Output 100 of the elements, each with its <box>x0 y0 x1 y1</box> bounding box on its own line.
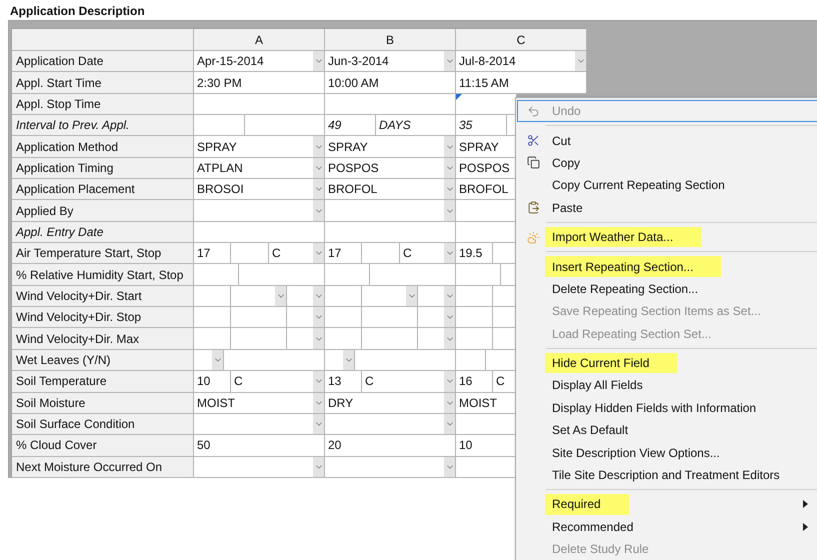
dropdown[interactable]: Jun-3-2014 <box>325 51 456 72</box>
input-field[interactable]: 10 <box>456 435 517 456</box>
caret-icon[interactable] <box>313 243 324 264</box>
dropdown[interactable]: BROSOI <box>194 179 325 200</box>
caret-icon[interactable] <box>313 414 324 434</box>
input-field[interactable]: 11:15 AM <box>456 72 587 93</box>
dropdown[interactable]: ATPLAN <box>194 158 325 178</box>
dropdown[interactable] <box>325 350 355 370</box>
dropdown[interactable]: Apr-15-2014 <box>194 51 325 72</box>
caret-icon[interactable] <box>313 392 324 413</box>
input-field[interactable] <box>493 328 517 349</box>
input-field[interactable] <box>194 115 245 136</box>
dropdown[interactable] <box>231 286 287 306</box>
input-field[interactable] <box>362 307 418 328</box>
input-field[interactable] <box>194 328 231 349</box>
dropdown[interactable]: MOIST <box>194 392 325 413</box>
caret-icon[interactable] <box>444 307 455 328</box>
caret-icon[interactable] <box>313 200 324 221</box>
dropdown[interactable]: MOIST <box>456 392 517 413</box>
menu-item[interactable]: Set As Default <box>517 419 817 442</box>
dropdown[interactable] <box>287 307 325 328</box>
caret-icon[interactable] <box>444 200 455 221</box>
input-field[interactable] <box>194 264 239 285</box>
dropdown[interactable]: C <box>231 371 325 392</box>
input-field[interactable]: 49 <box>325 115 376 136</box>
menu-item[interactable]: Site Description View Options... <box>517 441 817 464</box>
input-field[interactable] <box>362 328 418 349</box>
dropdown[interactable] <box>456 414 517 434</box>
caret-icon[interactable] <box>275 286 286 306</box>
input-field[interactable] <box>493 307 517 328</box>
caret-icon[interactable] <box>313 51 324 72</box>
input-field[interactable] <box>231 307 287 328</box>
dropdown[interactable]: POSPOS <box>325 158 456 178</box>
dropdown[interactable] <box>456 200 517 221</box>
caret-icon[interactable] <box>343 350 354 370</box>
dropdown[interactable] <box>325 200 456 221</box>
dropdown[interactable]: SPRAY <box>325 136 456 157</box>
dropdown[interactable] <box>287 286 325 306</box>
input-field[interactable] <box>456 222 517 242</box>
input-field[interactable] <box>239 264 325 285</box>
column-header[interactable]: A <box>194 29 325 50</box>
caret-icon[interactable] <box>444 328 455 349</box>
menu-item[interactable]: Copy Current Repeating Section <box>517 174 817 197</box>
caret-icon[interactable] <box>444 243 455 264</box>
input-field[interactable] <box>325 307 362 328</box>
dropdown[interactable] <box>418 328 456 349</box>
dropdown[interactable] <box>456 350 486 370</box>
caret-icon[interactable] <box>444 51 455 72</box>
input-field[interactable] <box>194 94 325 114</box>
input-field[interactable]: 17 <box>194 243 231 264</box>
input-field[interactable] <box>493 243 517 264</box>
input-field[interactable] <box>194 222 325 242</box>
dropdown[interactable] <box>194 456 325 477</box>
menu-item[interactable]: Hide Current Field <box>517 352 817 374</box>
menu-item[interactable]: Import Weather Data... <box>517 226 817 248</box>
caret-icon[interactable] <box>313 286 324 306</box>
input-field[interactable]: 50 <box>194 435 325 456</box>
input-field[interactable] <box>194 286 231 306</box>
input-field[interactable] <box>194 307 231 328</box>
dropdown[interactable]: POSPOS <box>456 158 517 178</box>
input-field[interactable] <box>224 350 325 370</box>
dropdown[interactable]: SPRAY <box>456 136 517 157</box>
input-field[interactable]: 2:30 PM <box>194 72 325 93</box>
dropdown[interactable]: C <box>400 243 456 264</box>
dropdown[interactable] <box>325 456 456 477</box>
dropdown[interactable]: BROFOL <box>325 179 456 200</box>
input-field[interactable] <box>325 264 370 285</box>
dropdown[interactable] <box>362 286 418 306</box>
caret-icon[interactable] <box>406 286 417 306</box>
dropdown[interactable]: Jul-8-2014 <box>456 51 587 72</box>
menu-item[interactable]: Paste <box>517 196 817 219</box>
dropdown[interactable]: SPRAY <box>194 136 325 157</box>
menu-item[interactable]: Display Hidden Fields with Information <box>517 396 817 420</box>
caret-icon[interactable] <box>444 158 455 178</box>
dropdown[interactable] <box>194 350 224 370</box>
input-field[interactable]: DAYS <box>376 115 456 136</box>
input-field[interactable] <box>456 307 493 328</box>
dropdown[interactable] <box>456 456 517 477</box>
caret-icon[interactable] <box>313 307 324 328</box>
input-field[interactable] <box>231 243 269 264</box>
caret-icon[interactable] <box>444 414 455 434</box>
dropdown[interactable] <box>287 328 325 349</box>
menu-item[interactable]: Delete Repeating Section... <box>517 278 817 300</box>
dropdown[interactable] <box>418 307 456 328</box>
dropdown[interactable]: C <box>362 371 456 392</box>
caret-icon[interactable] <box>575 51 586 72</box>
input-field[interactable] <box>456 264 501 285</box>
input-field[interactable] <box>231 328 287 349</box>
caret-icon[interactable] <box>444 136 455 157</box>
caret-icon[interactable] <box>313 456 324 477</box>
input-field[interactable] <box>456 286 493 306</box>
dropdown[interactable] <box>194 200 325 221</box>
input-field[interactable] <box>362 243 400 264</box>
caret-icon[interactable] <box>212 350 223 370</box>
dropdown[interactable] <box>325 414 456 434</box>
input-field[interactable]: 19.5 <box>456 243 493 264</box>
input-field[interactable] <box>325 328 362 349</box>
caret-icon[interactable] <box>444 392 455 413</box>
menu-item[interactable]: Insert Repeating Section... <box>517 255 817 278</box>
input-field[interactable]: 10:00 AM <box>325 72 456 93</box>
